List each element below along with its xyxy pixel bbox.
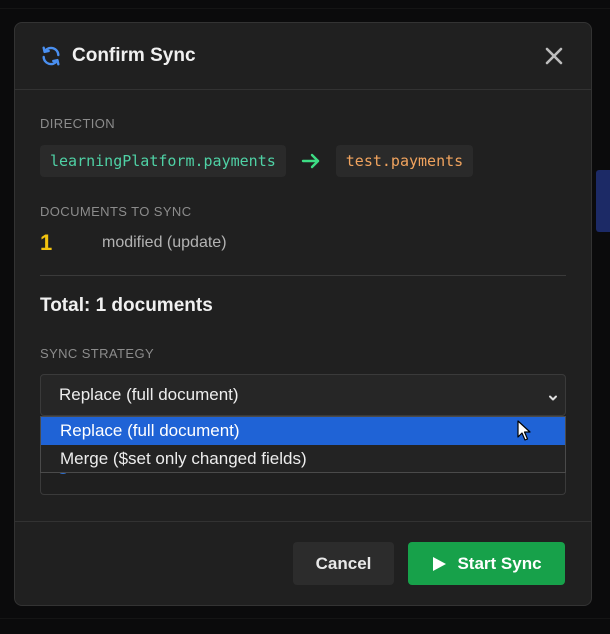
divider	[40, 275, 566, 276]
option-merge[interactable]: Merge ($set only changed fields)	[41, 445, 565, 473]
start-sync-label: Start Sync	[457, 553, 542, 573]
mouse-cursor-icon	[517, 420, 531, 442]
total-documents: Total: 1 documents	[40, 295, 213, 316]
sync-icon	[40, 45, 62, 67]
documents-count-row: 1 modified (update)	[40, 230, 566, 255]
dialog-header: Confirm Sync	[15, 23, 591, 90]
dialog-body: DIRECTION learningPlatform.payments test…	[15, 90, 591, 495]
cancel-button[interactable]: Cancel	[293, 542, 394, 585]
strategy-label: SYNC STRATEGY	[40, 346, 155, 361]
chevron-down-icon	[547, 389, 559, 401]
background-divider	[0, 8, 610, 9]
dialog-footer: Cancel Start Sync	[15, 521, 591, 605]
background-accent	[596, 170, 610, 232]
dialog-title: Confirm Sync	[72, 45, 196, 66]
modified-description: modified (update)	[102, 234, 227, 251]
start-sync-button[interactable]: Start Sync	[408, 542, 565, 585]
modified-count: 1	[40, 230, 53, 255]
strategy-select-wrapper: Replace (full document) Replace (full do…	[40, 374, 566, 495]
background-divider	[0, 618, 610, 619]
close-icon[interactable]	[543, 45, 565, 67]
direction-label: DIRECTION	[40, 116, 116, 131]
documents-label: DOCUMENTS TO SYNC	[40, 204, 192, 219]
strategy-selected-value: Replace (full document)	[59, 385, 239, 404]
target-collection: test.payments	[335, 145, 474, 177]
play-icon	[431, 556, 447, 572]
strategy-dropdown: Replace (full document) Merge ($set only…	[40, 416, 566, 473]
arrow-right-icon	[286, 153, 336, 169]
source-collection: learningPlatform.payments	[40, 145, 286, 177]
strategy-select[interactable]: Replace (full document)	[40, 374, 566, 416]
option-replace[interactable]: Replace (full document)	[41, 417, 565, 445]
direction-row: learningPlatform.payments test.payments	[40, 145, 566, 177]
confirm-sync-dialog: Confirm Sync DIRECTION learningPlatform.…	[14, 22, 592, 606]
